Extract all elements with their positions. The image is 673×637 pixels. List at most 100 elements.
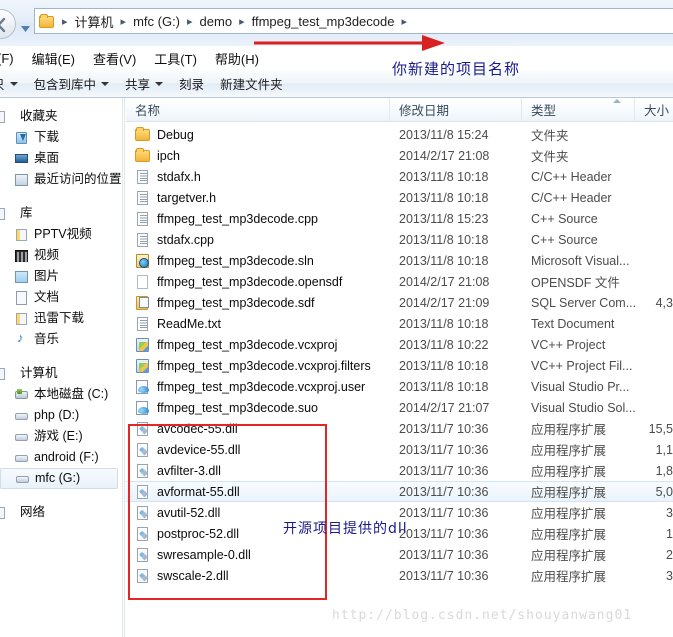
column-header-size[interactable]: 大小	[635, 98, 673, 122]
navigation-pane[interactable]: 收藏夹下载桌面最近访问的位置库PPTV视频视频图片文档迅雷下载音乐计算机本地磁盘…	[0, 98, 122, 637]
sort-ascending-icon	[613, 98, 621, 103]
table-row[interactable]: Debug 2013/11/8 15:24 文件夹	[126, 124, 673, 145]
desktop-icon	[14, 151, 30, 167]
sidebar-item--c-[interactable]: 本地磁盘 (C:)	[0, 384, 122, 405]
chevron-down-icon	[101, 81, 110, 86]
table-row[interactable]: avcodec-55.dll 2013/11/7 10:36 应用程序扩展 15,5	[126, 418, 673, 439]
sidebar-item--[interactable]: 视频	[0, 245, 122, 266]
file-date-cell: 2013/11/7 10:36	[399, 568, 489, 583]
menu-item-3[interactable]: 工具(T)	[145, 47, 206, 70]
table-row[interactable]: swresample-0.dll 2013/11/7 10:36 应用程序扩展 2	[126, 544, 673, 565]
sidebar-item-android-f-[interactable]: android (F:)	[0, 447, 122, 468]
table-row[interactable]: ffmpeg_test_mp3decode.cpp 2013/11/8 15:23…	[126, 208, 673, 229]
file-name-cell[interactable]: avformat-55.dll	[126, 484, 390, 500]
table-row[interactable]: swscale-2.dll 2013/11/7 10:36 应用程序扩展 3	[126, 565, 673, 586]
file-name-cell[interactable]: avdevice-55.dll	[126, 442, 390, 458]
file-name-cell[interactable]: Debug	[126, 126, 390, 143]
file-name-cell[interactable]: ffmpeg_test_mp3decode.vcxproj.filters	[126, 358, 390, 374]
nav-section-header[interactable]: 网络	[0, 502, 122, 523]
toolbar-item-1[interactable]: 包含到库中	[26, 71, 118, 96]
file-date-cell: 2013/11/8 10:18	[399, 379, 489, 394]
file-type-cell: C++ Source	[531, 211, 598, 226]
column-header-name[interactable]: 名称	[126, 98, 390, 122]
sidebar-item--[interactable]: 下载	[0, 127, 122, 148]
breadcrumb[interactable]: ▸ 计算机 ▸ mfc (G:) ▸ demo ▸ ffmpeg_test_mp…	[34, 8, 673, 34]
sidebar-item--[interactable]: 迅雷下载	[0, 308, 122, 329]
table-row[interactable]: ffmpeg_test_mp3decode.opensdf 2014/2/17 2…	[126, 271, 673, 292]
file-name-cell[interactable]: ipch	[126, 147, 390, 164]
table-row[interactable]: avfilter-3.dll 2013/11/7 10:36 应用程序扩展 1,8	[126, 460, 673, 481]
file-name-cell[interactable]: ffmpeg_test_mp3decode.sln	[126, 253, 390, 269]
table-row[interactable]: ReadMe.txt 2013/11/8 10:18 Text Document	[126, 313, 673, 334]
dll-icon	[135, 421, 151, 437]
menu-item-4[interactable]: 帮助(H)	[206, 47, 268, 70]
sidebar-item--[interactable]: 文档	[0, 287, 122, 308]
sidebar-item--[interactable]: 图片	[0, 266, 122, 287]
sidebar-item-php-d-[interactable]: php (D:)	[0, 405, 122, 426]
file-name-cell[interactable]: targetver.h	[126, 190, 390, 206]
breadcrumb-item-demo[interactable]: demo	[197, 13, 236, 30]
breadcrumb-item-mfc-g[interactable]: mfc (G:)	[130, 13, 183, 30]
file-name-cell[interactable]: ffmpeg_test_mp3decode.sdf	[126, 295, 390, 311]
table-row[interactable]: avformat-55.dll 2013/11/7 10:36 应用程序扩展 5,0	[126, 481, 673, 502]
back-button[interactable]	[0, 9, 16, 39]
toolbar-item-4[interactable]: 新建文件夹	[212, 71, 291, 96]
sidebar-item-pptv-[interactable]: PPTV视频	[0, 224, 122, 245]
table-row[interactable]: ffmpeg_test_mp3decode.sdf 2014/2/17 21:09…	[126, 292, 673, 313]
table-row[interactable]: postproc-52.dll 2013/11/7 10:36 应用程序扩展 1	[126, 523, 673, 544]
file-name-cell[interactable]: avutil-52.dll	[126, 505, 390, 521]
table-row[interactable]: avdevice-55.dll 2013/11/7 10:36 应用程序扩展 1,1	[126, 439, 673, 460]
sidebar-item--e-[interactable]: 游戏 (E:)	[0, 426, 122, 447]
toolbar-item-2[interactable]: 共享	[117, 71, 171, 96]
sidebar-item--[interactable]: 音乐	[0, 329, 122, 350]
file-name-cell[interactable]: swscale-2.dll	[126, 568, 390, 584]
sidebar-item--[interactable]: 最近访问的位置	[0, 169, 122, 190]
nav-section-header[interactable]: 库	[0, 203, 122, 224]
table-row[interactable]: ffmpeg_test_mp3decode.suo 2014/2/17 21:07…	[126, 397, 673, 418]
sidebar-item-label: 迅雷下载	[34, 311, 85, 326]
favorites-icon	[0, 109, 16, 125]
file-rows[interactable]: Debug 2013/11/8 15:24 文件夹 ipch 2014/2/17 21:…	[126, 122, 673, 586]
column-header-type[interactable]: 类型	[522, 98, 635, 122]
nav-section-header[interactable]: 收藏夹	[0, 106, 122, 127]
table-row[interactable]: ffmpeg_test_mp3decode.vcxproj.filters 201…	[126, 355, 673, 376]
column-header-date[interactable]: 修改日期	[390, 98, 522, 122]
toolbar-item-0[interactable]: 只	[0, 71, 26, 96]
menu-item-1[interactable]: 编辑(E)	[23, 47, 84, 70]
table-row[interactable]: ffmpeg_test_mp3decode.sln 2013/11/8 10:18…	[126, 250, 673, 271]
libraries-icon	[0, 206, 16, 222]
menu-item-2[interactable]: 查看(V)	[84, 47, 145, 70]
file-name-cell[interactable]: avcodec-55.dll	[126, 421, 390, 437]
file-name-cell[interactable]: stdafx.h	[126, 169, 390, 185]
toolbar-item-3[interactable]: 刻录	[171, 71, 212, 96]
history-dropdown-icon[interactable]	[20, 21, 32, 32]
file-name-cell[interactable]: ffmpeg_test_mp3decode.suo	[126, 400, 390, 416]
drive-icon	[14, 429, 30, 445]
file-name-cell[interactable]: ffmpeg_test_mp3decode.vcxproj.user	[126, 379, 390, 395]
table-row[interactable]: ffmpeg_test_mp3decode.vcxproj.user 2013/1…	[126, 376, 673, 397]
table-row[interactable]: avutil-52.dll 2013/11/7 10:36 应用程序扩展 3	[126, 502, 673, 523]
table-row[interactable]: targetver.h 2013/11/8 10:18 C/C++ Header	[126, 187, 673, 208]
table-row[interactable]: ffmpeg_test_mp3decode.vcxproj 2013/11/8 1…	[126, 334, 673, 355]
file-name-cell[interactable]: stdafx.cpp	[126, 232, 390, 248]
file-name-cell[interactable]: ffmpeg_test_mp3decode.cpp	[126, 211, 390, 227]
breadcrumb-item-computer[interactable]: 计算机	[72, 11, 117, 32]
table-row[interactable]: stdafx.h 2013/11/8 10:18 C/C++ Header	[126, 166, 673, 187]
drive-icon	[15, 471, 31, 487]
sidebar-item--[interactable]: 桌面	[0, 148, 122, 169]
sidebar-item-mfc-g-[interactable]: mfc (G:)	[0, 468, 118, 489]
file-name-cell[interactable]: ffmpeg_test_mp3decode.vcxproj	[126, 337, 390, 353]
dll-icon	[135, 526, 151, 542]
file-name-cell[interactable]: postproc-52.dll	[126, 526, 390, 542]
pane-splitter[interactable]	[122, 98, 125, 637]
file-list-pane[interactable]: 名称 修改日期 类型 大小 Debug 2013/11/8 15:24 文件夹 ipch 20…	[126, 98, 673, 637]
menu-item-0[interactable]: (F)	[0, 49, 23, 68]
file-name-cell[interactable]: avfilter-3.dll	[126, 463, 390, 479]
file-name-cell[interactable]: ReadMe.txt	[126, 316, 390, 332]
nav-section-header[interactable]: 计算机	[0, 363, 122, 384]
file-name-cell[interactable]: ffmpeg_test_mp3decode.opensdf	[126, 274, 390, 290]
table-row[interactable]: ipch 2014/2/17 21:08 文件夹	[126, 145, 673, 166]
breadcrumb-item-ffmpeg-test-mp3decode[interactable]: ffmpeg_test_mp3decode	[249, 13, 398, 30]
table-row[interactable]: stdafx.cpp 2013/11/8 10:18 C++ Source	[126, 229, 673, 250]
file-name-cell[interactable]: swresample-0.dll	[126, 547, 390, 563]
